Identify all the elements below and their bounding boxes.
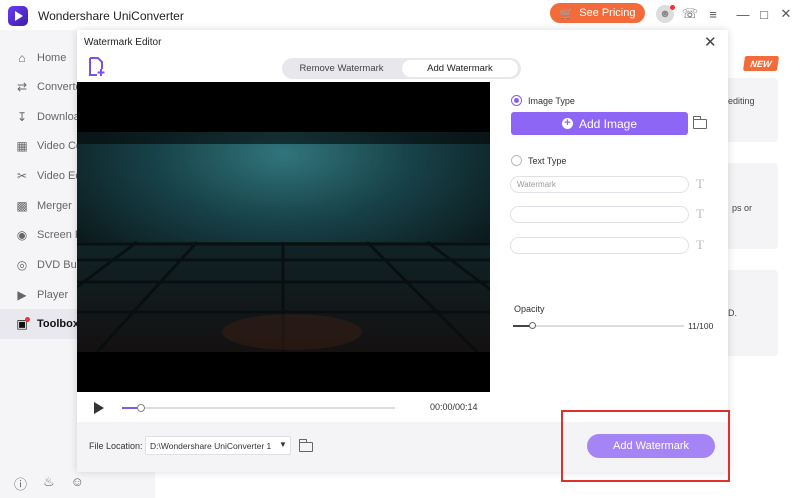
opacity-value: 11/100 xyxy=(688,321,714,331)
close-window-icon[interactable]: ✕ xyxy=(777,5,795,23)
merger-icon: ▩ xyxy=(16,199,28,213)
dialog-title: Watermark Editor xyxy=(84,37,162,48)
plus-icon: + xyxy=(561,118,573,129)
tool-card-text: D. xyxy=(728,308,737,318)
text-style-icon[interactable]: T xyxy=(696,237,704,253)
seek-bar-knob[interactable] xyxy=(137,404,146,412)
seek-bar[interactable] xyxy=(122,404,395,412)
video-frame xyxy=(77,132,490,352)
tab-remove-watermark[interactable]: Remove Watermark xyxy=(285,60,398,77)
tab-add-watermark[interactable]: Add Watermark xyxy=(402,60,518,77)
watermark-text-input-3[interactable] xyxy=(510,237,689,254)
headset-icon[interactable]: ☏ xyxy=(681,5,699,23)
player-icon: ▶ xyxy=(17,288,27,302)
video-compress-icon: ▦ xyxy=(16,139,28,153)
player-controls: 00:00/00:14 xyxy=(77,392,490,422)
bell-icon[interactable]: ♨ xyxy=(43,474,55,493)
close-dialog-icon[interactable]: ✕ xyxy=(704,33,717,51)
watermark-text-input[interactable]: Watermark xyxy=(510,176,689,193)
sidebar-item-converter[interactable]: ⇄ Converter xyxy=(0,72,85,102)
image-type-label: Image Type xyxy=(528,96,575,106)
new-badge: NEW xyxy=(742,56,780,71)
watermark-text-input-2[interactable] xyxy=(510,206,689,223)
app-logo xyxy=(8,6,28,26)
text-type-label: Text Type xyxy=(528,156,567,166)
sidebar-bottom-icons: ⓘ ♨ ☺ xyxy=(14,474,84,493)
watermark-settings-panel: Image Type + Add Image Text Type Waterma… xyxy=(490,82,728,422)
highlight-box xyxy=(561,410,730,482)
file-location-label: File Location: xyxy=(89,441,143,451)
sidebar-item-video-compressor[interactable]: ▦ Video Compressor xyxy=(0,131,128,161)
help-icon[interactable]: ⓘ xyxy=(14,474,27,493)
dvd-icon: ◎ xyxy=(16,258,28,272)
text-style-icon[interactable]: T xyxy=(696,176,704,192)
converter-icon: ⇄ xyxy=(16,80,28,94)
sidebar-item-merger[interactable]: ▩ Merger xyxy=(0,191,78,221)
sidebar-item-label: Player xyxy=(37,289,69,301)
menu-icon[interactable]: ≡ xyxy=(704,5,722,23)
cart-icon: 🛒 xyxy=(559,7,574,20)
sidebar: ⌂ Home ⇄ Converter ↧ Downloader ▦ Video … xyxy=(0,30,128,498)
sidebar-item-screen-recorder[interactable]: ◉ Screen Recorder xyxy=(0,220,120,250)
add-image-label: Add Image xyxy=(578,116,638,131)
sidebar-item-home[interactable]: ⌂ Home xyxy=(0,43,78,73)
sidebar-item-dvd-burner[interactable]: ◎ DVD Burner xyxy=(0,250,97,280)
scissors-icon: ✂ xyxy=(16,169,28,183)
sidebar-item-toolbox[interactable]: ▣ Toolbox xyxy=(0,309,79,339)
chevron-down-icon[interactable]: ▼ xyxy=(279,440,287,449)
notification-dot xyxy=(25,317,30,322)
folder-icon[interactable] xyxy=(299,439,313,452)
home-icon: ⌂ xyxy=(18,51,26,65)
image-type-radio[interactable] xyxy=(511,95,522,106)
text-type-radio[interactable] xyxy=(511,155,522,166)
app-title: Wondershare UniConverter xyxy=(38,9,184,23)
title-bar: Wondershare UniConverter 🛒 See Pricing ☻… xyxy=(0,0,800,30)
see-pricing-label: See Pricing xyxy=(579,7,636,19)
play-icon[interactable] xyxy=(94,402,104,414)
sidebar-item-label: Home xyxy=(37,52,67,64)
video-preview xyxy=(77,82,490,392)
file-location-select[interactable]: D:\Wondershare UniConverter 1 xyxy=(145,436,291,455)
sidebar-item-label: Toolbox xyxy=(37,318,79,330)
download-icon: ↧ xyxy=(16,110,28,124)
tool-card-text: editing xyxy=(728,96,755,106)
see-pricing-button[interactable]: 🛒 See Pricing xyxy=(550,3,645,23)
sidebar-item-player[interactable]: ▶ Player xyxy=(0,280,78,310)
folder-icon[interactable] xyxy=(693,116,707,129)
screen-record-icon: ◉ xyxy=(16,228,28,242)
notification-dot xyxy=(670,5,675,10)
text-style-icon[interactable]: T xyxy=(696,206,704,222)
add-image-button[interactable]: + Add Image xyxy=(511,112,688,135)
opacity-slider[interactable] xyxy=(513,322,684,329)
tool-card[interactable] xyxy=(723,78,778,142)
opacity-slider-knob[interactable] xyxy=(528,322,536,329)
sidebar-item-downloader[interactable]: ↧ Downloader xyxy=(0,102,96,132)
watermark-editor-dialog: Watermark Editor ✕ Remove Watermark Add … xyxy=(77,30,728,472)
tool-card-text: ps or xyxy=(732,203,753,213)
mode-tabs: Remove Watermark Add Watermark xyxy=(282,58,521,79)
add-file-icon[interactable] xyxy=(88,57,106,77)
sidebar-item-label: Merger xyxy=(37,200,72,212)
playback-time: 00:00/00:14 xyxy=(430,402,478,412)
sidebar-item-video-editor[interactable]: ✂ Video Editor xyxy=(0,161,97,191)
minimize-icon[interactable]: — xyxy=(734,5,752,23)
feedback-icon[interactable]: ☺ xyxy=(71,474,84,493)
maximize-icon[interactable]: □ xyxy=(755,5,773,23)
opacity-label: Opacity xyxy=(514,304,545,314)
